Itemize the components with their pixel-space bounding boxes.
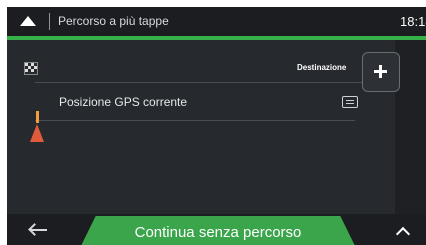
header-separator xyxy=(49,13,50,30)
continue-button[interactable]: Continua senza percorso xyxy=(79,216,357,245)
clock: 18:18 xyxy=(400,14,426,29)
message-icon[interactable] xyxy=(342,96,358,108)
page-title: Percorso a più tappe xyxy=(58,14,169,28)
app-screen: Percorso a più tappe 18:18 Destinazione … xyxy=(7,7,426,245)
route-connector xyxy=(36,111,39,123)
expand-button[interactable] xyxy=(391,221,415,242)
waypoint-label[interactable]: Posizione GPS corrente xyxy=(59,95,187,109)
header-bar: Percorso a più tappe 18:18 xyxy=(7,7,426,36)
row-divider xyxy=(35,82,362,83)
add-destination-button[interactable] xyxy=(362,52,400,92)
continue-label: Continua senza percorso xyxy=(134,224,302,241)
destination-label: Destinazione xyxy=(297,63,347,72)
back-arrow-head xyxy=(28,223,41,236)
checkered-flag-icon xyxy=(24,62,38,75)
row-divider xyxy=(35,120,355,121)
gps-position-icon xyxy=(30,124,44,142)
plus-icon-stroke xyxy=(379,65,382,78)
chevron-up-icon xyxy=(395,226,411,242)
up-arrow-icon[interactable] xyxy=(20,16,36,26)
back-button[interactable] xyxy=(25,219,55,241)
bottom-bar: Continua senza percorso xyxy=(7,214,426,245)
